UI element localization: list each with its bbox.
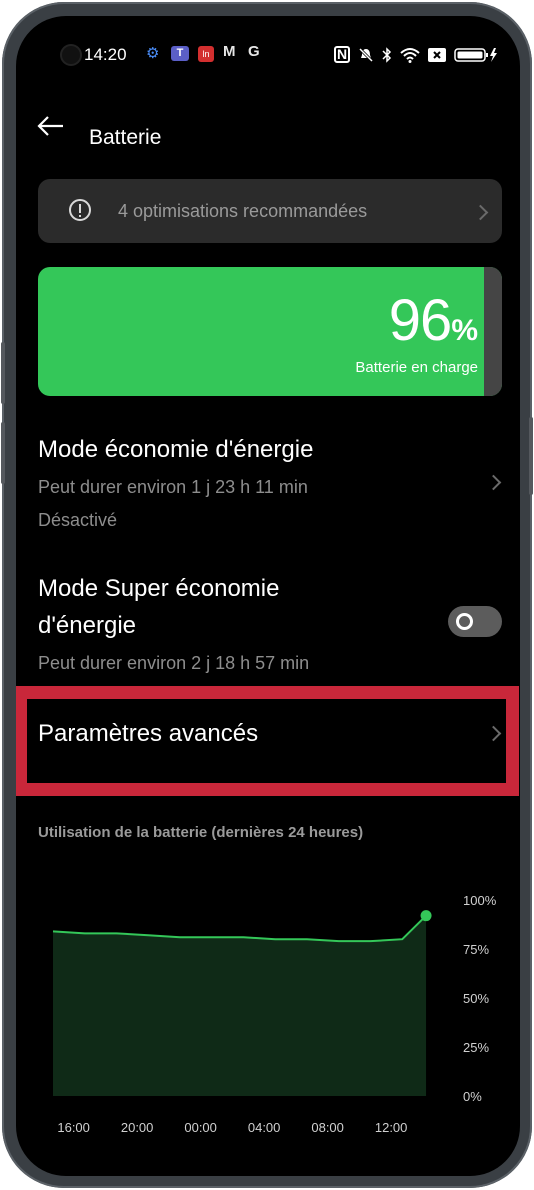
highlight-box (16, 686, 519, 796)
app-icon: ln (198, 46, 214, 62)
battery-percent-symbol: % (451, 314, 478, 347)
y-tick-label: 100% (463, 893, 497, 908)
chevron-right-icon (485, 474, 502, 491)
usage-area (53, 915, 427, 1096)
y-tick-label: 75% (463, 942, 489, 957)
gmail-icon: M (223, 43, 236, 60)
screen: 14:20 ⚙ T ln M G N Batterie 4 optimisati… (16, 16, 520, 1176)
x-tick-label: 08:00 (311, 1120, 344, 1135)
battery-usage-chart: 100% 75% 50% 25% 0% 16:00 20:00 00:00 04:00 08:00… (52, 893, 497, 1135)
teams-icon: T (171, 46, 189, 61)
super-saving-duration: Peut durer environ 2 j 18 h 57 min (38, 653, 310, 673)
battery-empty-portion (484, 267, 502, 396)
google-icon: G (248, 43, 260, 60)
volume-button (1, 342, 5, 404)
phone-frame: 14:20 ⚙ T ln M G N Batterie 4 optimisati… (1, 2, 533, 1188)
super-saving-toggle[interactable] (448, 606, 502, 637)
battery-charging-icon (454, 47, 497, 62)
super-saving-title-line1: Mode Super économie (38, 575, 280, 602)
power-button (529, 417, 533, 495)
x-tick-label: 20:00 (121, 1120, 154, 1135)
back-arrow-icon[interactable] (36, 114, 66, 138)
nfc-icon: N (334, 46, 350, 63)
status-bar: 14:20 ⚙ T ln M G N (16, 44, 520, 64)
optimisations-banner[interactable]: 4 optimisations recommandées (38, 179, 502, 243)
settings-gear-icon: ⚙ (146, 45, 160, 62)
wifi-icon (400, 47, 420, 63)
power-saving-duration: Peut durer environ 1 j 23 h 11 min (38, 477, 308, 497)
super-saving-title-line2: d'énergie (38, 612, 136, 639)
y-tick-label: 50% (463, 991, 489, 1006)
sim-off-icon (428, 47, 446, 62)
battery-status: Batterie en charge (355, 359, 478, 376)
battery-percent: 96% (389, 287, 478, 354)
alert-icon (69, 199, 91, 221)
current-level-point (420, 910, 432, 922)
power-saving-state: Désactivé (38, 510, 118, 530)
y-tick-label: 25% (463, 1040, 489, 1055)
power-saving-title: Mode économie d'énergie (38, 436, 314, 463)
chevron-right-icon (472, 204, 489, 221)
status-time: 14:20 (84, 45, 127, 64)
x-tick-label: 04:00 (248, 1120, 281, 1135)
battery-level-card: 96% Batterie en charge (38, 267, 502, 396)
page-title: Batterie (89, 126, 162, 149)
usage-chart-title: Utilisation de la batterie (dernières 24… (38, 824, 364, 841)
bluetooth-icon (382, 46, 392, 63)
optimisations-label: 4 optimisations recommandées (118, 201, 368, 221)
x-tick-label: 16:00 (57, 1120, 90, 1135)
x-tick-label: 00:00 (184, 1120, 217, 1135)
volume-button (1, 422, 5, 484)
battery-percent-number: 96 (388, 288, 453, 353)
mute-icon (358, 47, 374, 62)
y-tick-label: 0% (463, 1089, 482, 1104)
x-tick-label: 12:00 (375, 1120, 408, 1135)
front-camera (62, 46, 80, 64)
